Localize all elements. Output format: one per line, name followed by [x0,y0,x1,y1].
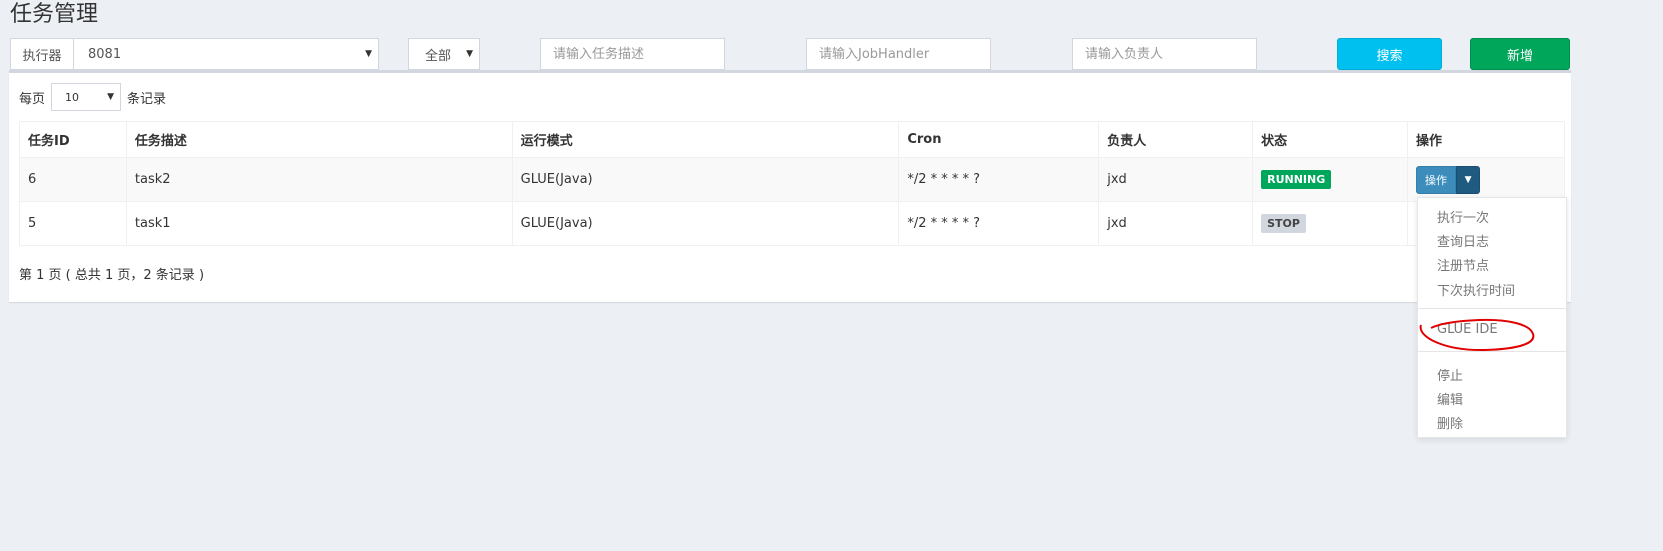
status-select-value: 全部 [425,48,452,64]
job-handler-input[interactable] [806,38,991,70]
page-size-prefix: 每页 [19,91,46,107]
cell-id: 6 [19,157,127,202]
table-header-row: 任务ID 任务描述 运行模式 Cron 负责人 状态 操作 [19,121,1565,158]
caret-down-icon: ▼ [466,49,473,59]
cell-desc: task2 [125,157,513,202]
cell-ops: 操作 ▼ [1407,157,1565,202]
op-button[interactable]: 操作 [1416,165,1457,194]
job-list-box: 每页 10 ▼ 条记录 任务ID 任务描述 运行模式 Cron 负责人 状态 操… [9,70,1571,302]
col-header-author[interactable]: 负责人 [1098,121,1254,158]
menu-item-registry[interactable]: 注册节点 [1437,255,1489,274]
page-size-control: 每页 10 ▼ 条记录 [19,83,166,111]
col-header-status[interactable]: 状态 [1252,121,1409,158]
cell-mode: GLUE(Java) [511,201,900,246]
cell-desc: task1 [125,201,513,246]
executor-select-value: 8081 [88,46,122,62]
menu-divider [1418,308,1566,309]
add-button[interactable]: 新增 [1470,38,1570,70]
page-size-suffix: 条记录 [127,91,167,107]
cell-status: RUNNING [1252,157,1409,202]
job-desc-input[interactable] [540,38,725,70]
cell-mode: GLUE(Java) [511,157,900,202]
table-row: 6 task2 GLUE(Java) */2 * * * * ? jxd RUN… [19,157,1565,202]
page-title: 任务管理 [10,2,99,27]
executor-label: 执行器 [11,39,74,69]
caret-down-icon: ▼ [365,49,372,59]
status-badge: RUNNING [1261,170,1332,189]
menu-item-log[interactable]: 查询日志 [1437,231,1489,250]
menu-item-delete[interactable]: 删除 [1437,413,1463,432]
col-header-id[interactable]: 任务ID [19,121,127,158]
page-size-select[interactable]: 10 ▼ [51,83,122,111]
menu-item-trigger[interactable]: 执行一次 [1437,207,1489,226]
cell-status: STOP [1252,201,1409,246]
col-header-cron[interactable]: Cron [898,121,1100,158]
executor-select[interactable]: 8081 ▼ [74,39,378,69]
pager-info: 第 1 页 ( 总共 1 页，2 条记录 ) [19,268,205,283]
op-dropdown-toggle[interactable]: ▼ [1456,165,1481,194]
cell-cron: */2 * * * * ? [898,157,1100,202]
caret-down-icon: ▼ [107,92,115,102]
menu-item-next-trigger[interactable]: 下次执行时间 [1437,280,1515,299]
menu-item-stop[interactable]: 停止 [1437,365,1463,384]
annotation-circle [1419,318,1535,352]
author-input[interactable] [1072,38,1257,70]
col-header-ops: 操作 [1407,121,1565,158]
job-table: 任务ID 任务描述 运行模式 Cron 负责人 状态 操作 6 task2 GL… [19,121,1565,246]
caret-down-icon: ▼ [1464,174,1472,185]
cell-author: jxd [1098,201,1254,246]
menu-item-edit[interactable]: 编辑 [1437,389,1463,408]
col-header-desc[interactable]: 任务描述 [125,121,513,158]
col-header-mode[interactable]: 运行模式 [511,121,900,158]
page-size-value: 10 [65,90,80,104]
search-button[interactable]: 搜索 [1337,38,1442,70]
cell-id: 5 [19,201,127,246]
cell-cron: */2 * * * * ? [898,201,1100,246]
cell-author: jxd [1098,157,1254,202]
status-select[interactable]: 全部 ▼ [408,38,480,70]
status-badge: STOP [1261,214,1306,233]
table-row: 5 task1 GLUE(Java) */2 * * * * ? jxd STO… [19,201,1565,246]
executor-select-group[interactable]: 执行器 8081 ▼ [10,38,379,70]
op-button-group[interactable]: 操作 ▼ [1416,165,1481,194]
